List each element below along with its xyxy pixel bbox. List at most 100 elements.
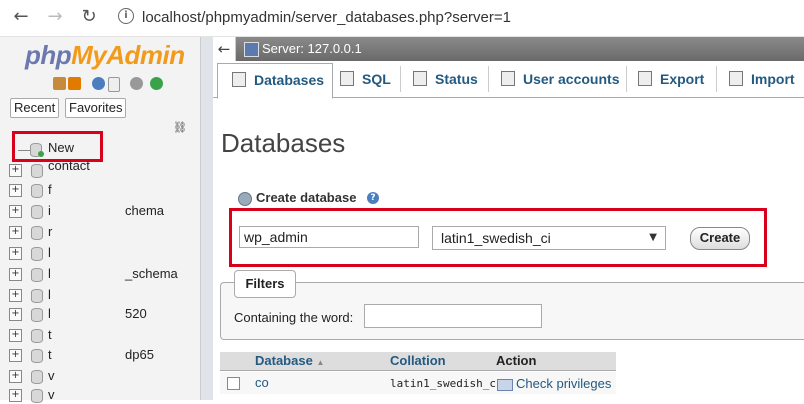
create-database-heading: Create database — [256, 190, 357, 205]
logout-icon[interactable] — [68, 77, 81, 90]
expand-icon[interactable]: + — [9, 268, 22, 281]
expand-icon[interactable]: + — [9, 184, 22, 197]
expand-icon[interactable]: + — [9, 226, 22, 239]
tree-item[interactable]: + l 520 — [9, 305, 199, 323]
site-info-icon[interactable]: i — [118, 8, 134, 24]
tree-item[interactable]: + f — [9, 181, 199, 199]
database-icon — [31, 205, 43, 219]
expand-icon[interactable]: + — [9, 289, 22, 302]
filters-legend: Filters — [234, 270, 296, 298]
expand-icon[interactable]: + — [9, 205, 22, 218]
expand-icon[interactable]: + — [9, 164, 22, 177]
help-icon[interactable]: ? — [367, 192, 379, 204]
home-icon[interactable] — [53, 77, 66, 90]
back-arrow-icon[interactable]: ← — [10, 6, 32, 28]
tab-status[interactable]: Status — [413, 65, 478, 95]
recent-tab[interactable]: Recent — [10, 98, 60, 118]
tree-item-label-tail: _schema — [125, 266, 178, 281]
tree-item[interactable]: + r — [9, 223, 199, 241]
tab-databases[interactable]: Databases — [217, 63, 334, 99]
tree-item-label[interactable]: i — [48, 203, 51, 218]
refresh-icon[interactable] — [150, 77, 163, 90]
tab-label: Databases — [254, 72, 325, 88]
collation-select[interactable]: latin1_swedish_ci ▼ — [432, 226, 666, 250]
database-name-link[interactable]: co — [255, 375, 269, 390]
database-icon — [31, 164, 43, 178]
reload-icon[interactable]: ↻ — [78, 6, 100, 28]
tree-item[interactable]: + v — [9, 386, 199, 404]
tab-user-accounts[interactable]: User accounts — [501, 65, 619, 95]
collapse-arrow-icon[interactable]: ← — [213, 37, 236, 61]
tab-divider — [626, 66, 627, 92]
check-privileges-link[interactable]: Check privileges — [516, 376, 611, 391]
row-collation: latin1_swedish_ci — [390, 377, 503, 390]
address-bar[interactable]: localhost/phpmyadmin/server_databases.ph… — [142, 9, 511, 26]
tree-item-label[interactable]: l — [48, 306, 51, 321]
row-checkbox[interactable] — [227, 377, 240, 390]
database-icon — [31, 389, 43, 403]
tree-item-label[interactable]: t — [48, 347, 52, 362]
expand-icon[interactable]: + — [9, 370, 22, 383]
export-icon — [638, 71, 652, 86]
database-icon — [232, 72, 246, 87]
expand-icon[interactable]: + — [9, 329, 22, 342]
tree-item-label[interactable]: v — [48, 368, 55, 383]
tree-item-label-tail: dp65 — [125, 347, 154, 362]
users-icon — [501, 71, 515, 86]
settings-gear-icon[interactable] — [130, 77, 143, 90]
tree-item-label[interactable]: f — [48, 182, 52, 197]
tab-sql[interactable]: SQL — [340, 65, 391, 95]
sql-icon — [340, 71, 354, 86]
tab-label: SQL — [362, 71, 391, 87]
column-header-collation[interactable]: Collation — [390, 353, 446, 371]
tab-import[interactable]: Import — [729, 65, 795, 95]
favorites-tab[interactable]: Favorites — [65, 98, 127, 118]
tab-export[interactable]: Export — [638, 65, 704, 95]
column-header-action: Action — [496, 353, 537, 368]
expand-icon[interactable]: + — [9, 247, 22, 260]
tree-item[interactable]: + l — [9, 286, 199, 304]
tree-item[interactable]: + t — [9, 326, 199, 344]
database-icon — [31, 308, 43, 322]
collation-selected-value: latin1_swedish_ci — [441, 230, 551, 246]
tree-item-label[interactable]: l — [48, 266, 51, 281]
documentation-icon[interactable] — [108, 77, 120, 92]
tree-item[interactable]: + l — [9, 244, 199, 262]
database-icon — [31, 349, 43, 363]
expand-icon[interactable]: + — [9, 389, 22, 402]
filter-input[interactable] — [364, 304, 542, 328]
link-with-main-icon[interactable]: ⛓ — [173, 121, 187, 134]
create-database-icon — [238, 192, 252, 206]
expand-icon[interactable]: + — [9, 308, 22, 321]
navigation-scrollbar[interactable] — [200, 37, 213, 400]
tab-divider — [716, 66, 717, 92]
database-icon — [31, 289, 43, 303]
tree-item-label[interactable]: t — [48, 327, 52, 342]
column-header-database[interactable]: Database ▲ — [255, 353, 324, 371]
tree-item-label[interactable]: l — [48, 245, 51, 260]
database-icon — [31, 370, 43, 384]
expand-icon[interactable]: + — [9, 349, 22, 362]
tab-label: Status — [435, 71, 478, 87]
tab-label: User accounts — [523, 71, 620, 87]
phpmyadmin-logo[interactable]: phpMyAdmin — [25, 40, 185, 71]
status-icon — [413, 71, 427, 86]
tree-item[interactable]: + v — [9, 367, 199, 385]
tree-item-label-tail: chema — [125, 203, 165, 218]
tree-item-label[interactable]: l — [48, 287, 51, 302]
tree-item[interactable]: + t dp65 — [9, 346, 199, 364]
tab-divider — [400, 66, 401, 92]
database-icon — [31, 247, 43, 261]
create-button[interactable]: Create — [690, 227, 750, 250]
tree-item[interactable]: + contact — [9, 158, 199, 179]
database-icon — [31, 329, 43, 343]
tree-item-label[interactable]: contact — [48, 158, 90, 173]
help-docs-icon[interactable] — [92, 77, 105, 90]
tree-item-label-tail: 520 — [125, 306, 147, 321]
tree-item-label[interactable]: r — [48, 224, 52, 239]
tree-item[interactable]: + i chema — [9, 202, 199, 220]
forward-arrow-icon[interactable]: → — [44, 6, 66, 28]
server-breadcrumb[interactable]: Server: 127.0.0.1 — [262, 41, 362, 56]
database-name-input[interactable] — [239, 226, 419, 248]
tree-item[interactable]: + l _schema — [9, 265, 199, 283]
